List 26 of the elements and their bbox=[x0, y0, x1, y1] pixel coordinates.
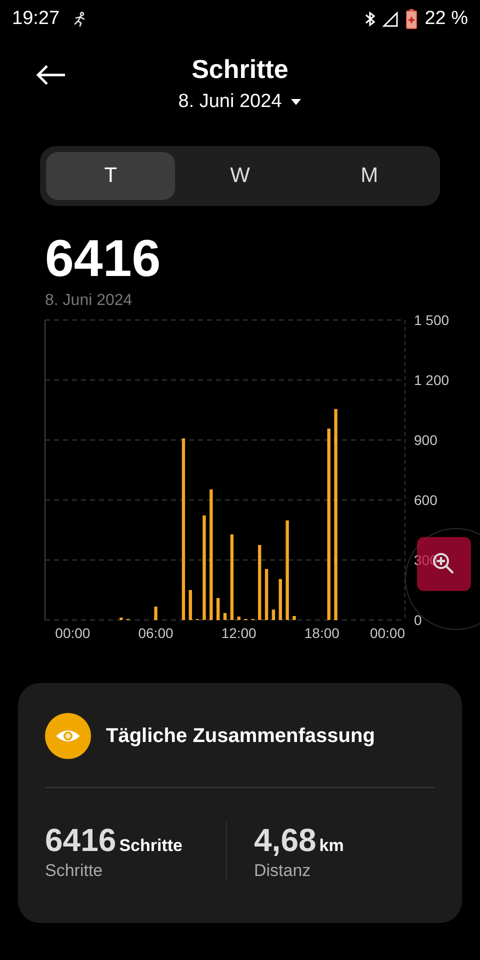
period-tab[interactable]: M bbox=[304, 152, 434, 200]
battery-percentage: 22 % bbox=[424, 8, 468, 30]
y-tick-label: 600 bbox=[414, 492, 438, 508]
stat-label: Distanz bbox=[254, 861, 311, 881]
period-tab[interactable]: W bbox=[175, 152, 305, 200]
x-tick-label: 06:00 bbox=[138, 625, 174, 641]
x-tick-label: 18:00 bbox=[304, 625, 340, 641]
x-tick-label: 00:00 bbox=[55, 625, 90, 641]
period-tab[interactable]: T bbox=[46, 152, 176, 200]
y-tick-label: 900 bbox=[414, 432, 438, 448]
stat-unit: km bbox=[319, 836, 344, 856]
total-date: 8. Juni 2024 bbox=[45, 292, 134, 310]
y-tick-label: 0 bbox=[414, 612, 422, 628]
summary-title: Tägliche Zusammenfassung bbox=[106, 724, 375, 748]
stat-value: 6416 bbox=[45, 822, 116, 859]
date-selector[interactable]: 8. Juni 2024 bbox=[178, 91, 302, 113]
stat-label: Schritte bbox=[45, 861, 103, 881]
stat-unit: Schritte bbox=[119, 836, 182, 856]
step-total: 6416 bbox=[45, 230, 162, 288]
x-tick-label: 12:00 bbox=[221, 625, 256, 641]
x-tick-label: 00:00 bbox=[370, 625, 405, 641]
page-title: Schritte bbox=[192, 54, 288, 85]
y-tick-label: 1 500 bbox=[414, 312, 450, 328]
y-tick-label: 1 200 bbox=[414, 372, 450, 388]
stat-value: 4,68 bbox=[254, 822, 316, 859]
status-time: 19:27 bbox=[12, 8, 60, 30]
